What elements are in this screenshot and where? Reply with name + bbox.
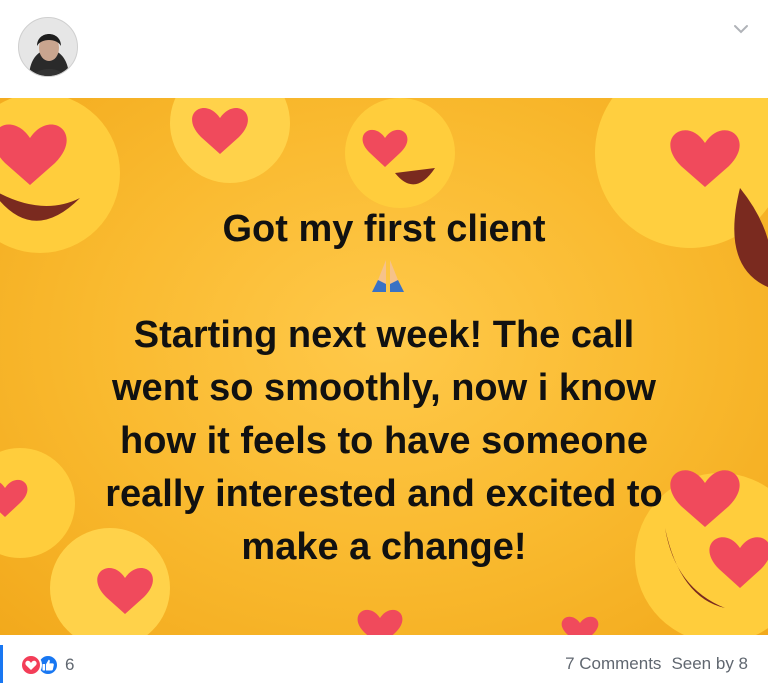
post-message: Got my first client Starting next week! … bbox=[20, 203, 748, 574]
chevron-down-icon[interactable] bbox=[730, 18, 752, 40]
post-text-line-2: Starting next week! The call bbox=[133, 314, 635, 356]
post-text-line-4: how it feels to have someone bbox=[120, 420, 648, 462]
avatar-photo bbox=[19, 18, 77, 76]
post-stats: 7 Comments Seen by 8 bbox=[565, 654, 748, 674]
comments-link[interactable]: 7 Comments bbox=[565, 654, 661, 674]
post-text-line-1: Got my first client bbox=[222, 208, 546, 250]
avatar[interactable] bbox=[18, 17, 78, 77]
reactions-summary[interactable]: 6 bbox=[20, 652, 74, 678]
focus-indicator bbox=[0, 645, 3, 683]
seen-by-link[interactable]: Seen by 8 bbox=[671, 654, 748, 674]
post-text-line-3: went so smoothly, now i know bbox=[112, 367, 656, 409]
post-card: Got my first client Starting next week! … bbox=[0, 0, 768, 693]
post-text-line-5: really interested and excited to bbox=[105, 473, 663, 515]
post-text-line-6: make a change! bbox=[241, 526, 527, 568]
post-text-line: Got my first client bbox=[20, 203, 748, 309]
post-footer: 6 7 Comments Seen by 8 bbox=[0, 635, 768, 693]
love-reaction-icon bbox=[20, 654, 42, 676]
folded-hands-emoji-icon bbox=[28, 256, 748, 309]
reaction-count: 6 bbox=[65, 655, 75, 674]
post-header bbox=[0, 0, 768, 98]
post-banner[interactable]: Got my first client Starting next week! … bbox=[0, 98, 768, 635]
